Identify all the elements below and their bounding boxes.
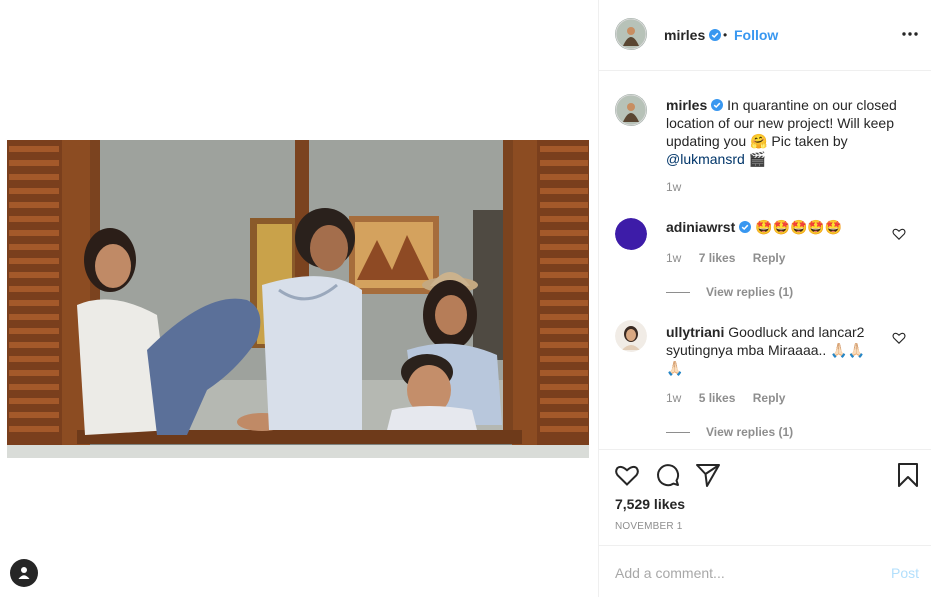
author-avatar[interactable] (615, 18, 647, 50)
follow-separator: • (723, 28, 728, 42)
comments-list[interactable]: mirles In quarantine on our closed locat… (599, 72, 931, 449)
comment-avatar-adiniawrst[interactable] (615, 218, 647, 250)
verified-badge-icon (709, 29, 722, 41)
caption-avatar-image (615, 94, 647, 126)
verified-badge-icon (711, 99, 724, 111)
clapper-emoji: 🎬 (748, 151, 767, 167)
comment-username[interactable]: ullytriani (666, 324, 724, 340)
post-comment-button[interactable]: Post (891, 565, 919, 581)
author-username[interactable]: mirles (664, 27, 722, 43)
post-media-area (0, 0, 598, 597)
comment-text: 🤩🤩🤩🤩🤩 (755, 219, 843, 235)
comment-time[interactable]: 1w (666, 251, 681, 265)
replies-divider-line (666, 292, 690, 294)
caption-text-2: Pic taken by (771, 133, 848, 149)
comment-time[interactable]: 1w (666, 391, 681, 405)
comment-username[interactable]: adiniawrst (666, 219, 735, 235)
view-replies-button[interactable]: View replies (1) (666, 425, 793, 439)
follow-button[interactable]: Follow (734, 27, 778, 43)
post-photo-illustration (7, 140, 589, 458)
comment-avatar-image (615, 218, 647, 250)
comment-meta: 1w 5 likes Reply (666, 391, 799, 405)
comment-avatar-ullytriani[interactable] (615, 320, 647, 352)
comment-like-heart-icon[interactable] (892, 331, 906, 345)
caption-time[interactable]: 1w (666, 180, 681, 194)
more-horizontal-icon[interactable] (901, 25, 919, 43)
comment-avatar-image (615, 320, 647, 352)
post-side-panel: mirles • Follow mirles In quarantine on … (598, 0, 931, 597)
add-comment-bar: Post (599, 545, 931, 597)
view-replies-label: View replies (1) (706, 425, 794, 439)
post-caption: mirles In quarantine on our closed locat… (666, 96, 906, 168)
view-replies-button[interactable]: View replies (1) (666, 285, 793, 299)
mention-link[interactable]: @lukmansrd (666, 151, 745, 167)
comment-body: adiniawrst 🤩🤩🤩🤩🤩 (666, 218, 886, 236)
view-replies-label: View replies (1) (706, 285, 794, 299)
tagged-users-button[interactable] (10, 559, 38, 587)
comment-body: ullytriani Goodluck and lancar2 syutingn… (666, 323, 886, 377)
paper-plane-icon[interactable] (695, 462, 721, 488)
comment-likes[interactable]: 7 likes (699, 251, 736, 265)
reply-button[interactable]: Reply (753, 391, 786, 405)
comment-bubble-icon[interactable] (655, 462, 681, 488)
author-username-text[interactable]: mirles (664, 27, 705, 43)
caption-avatar[interactable] (615, 94, 647, 126)
comment-likes[interactable]: 5 likes (699, 391, 736, 405)
post-photo[interactable] (7, 140, 589, 458)
caption-username[interactable]: mirles (666, 97, 707, 113)
heart-icon[interactable] (614, 462, 640, 488)
comment-meta: 1w 7 likes Reply (666, 251, 799, 265)
hugging-emoji: 🤗 (750, 133, 768, 149)
verified-badge-icon (739, 221, 752, 233)
post-header: mirles • Follow (599, 0, 931, 71)
author-avatar-image (615, 18, 647, 50)
reply-button[interactable]: Reply (753, 251, 786, 265)
likes-count[interactable]: 7,529 likes (615, 496, 685, 512)
user-icon (18, 567, 30, 579)
post-date[interactable]: NOVEMBER 1 (615, 521, 683, 532)
bookmark-icon[interactable] (895, 462, 921, 488)
replies-divider-line (666, 432, 690, 434)
add-comment-input[interactable] (615, 562, 875, 584)
post-actions: 7,529 likes NOVEMBER 1 (599, 449, 931, 545)
comment-like-heart-icon[interactable] (892, 227, 906, 241)
